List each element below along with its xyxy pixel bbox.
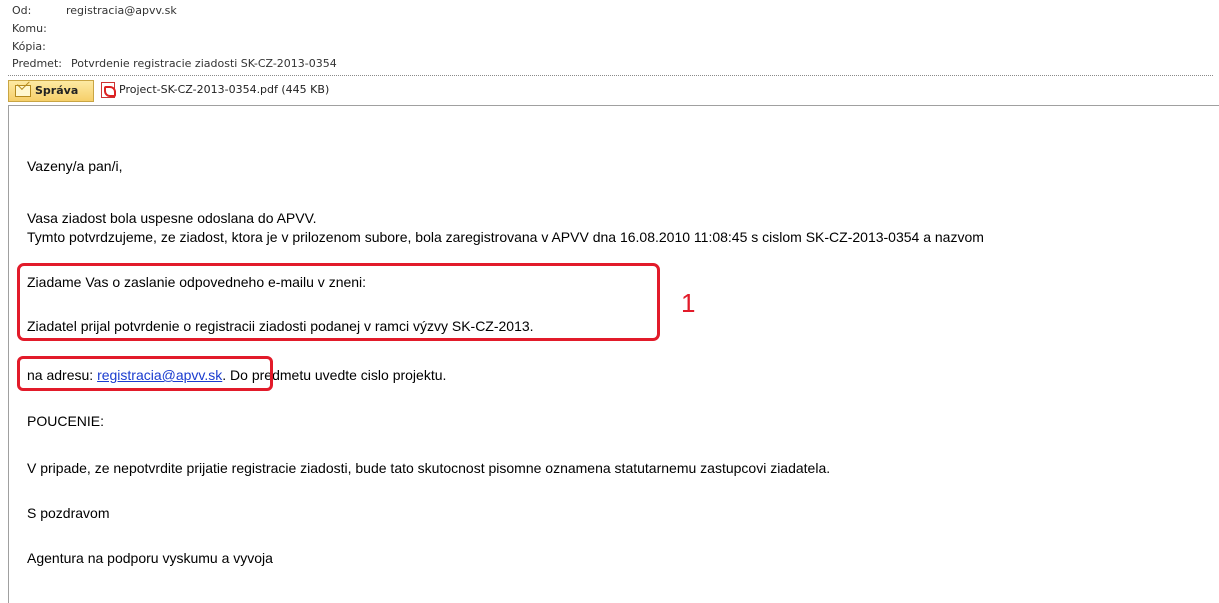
subject-label: Predmet: (12, 57, 62, 70)
attachment-label: Project-SK-CZ-2013-0354.pdf (445 KB) (119, 83, 330, 96)
tab-message-label: Správa (35, 84, 79, 97)
body-line-2: Tymto potvrdzujeme, ze ziadost, ktora je… (27, 229, 984, 245)
tab-message[interactable]: Správa (8, 80, 94, 102)
message-body-frame (8, 105, 1219, 603)
subject-value: Potvrdenie registracie ziadosti SK-CZ-20… (71, 57, 337, 70)
highlight-box-request (17, 263, 660, 341)
greeting-text: Vazeny/a pan/i, (27, 158, 123, 174)
notice-text: V pripade, ze nepotvrdite prijatie regis… (27, 460, 831, 476)
signature-text: Agentura na podporu vyskumu a vyvoja (27, 550, 273, 566)
notice-heading: POUCENIE: (27, 413, 105, 429)
highlight-box-address (17, 356, 273, 391)
cc-row: Kópia: (12, 40, 53, 54)
to-row: Komu: (12, 22, 53, 36)
envelope-icon (15, 85, 31, 97)
pdf-icon (101, 82, 116, 98)
closing-text: S pozdravom (27, 505, 110, 521)
from-label: Od: (12, 4, 32, 17)
to-label: Komu: (12, 22, 47, 35)
from-value[interactable]: registracia@apvv.sk (54, 4, 177, 18)
header-divider (8, 75, 1213, 76)
from-row: Od: registracia@apvv.sk (12, 4, 177, 18)
callout-number: 1 (681, 288, 696, 318)
body-line-1: Vasa ziadost bola uspesne odoslana do AP… (27, 210, 317, 226)
subject-row: Predmet: Potvrdenie registracie ziadosti … (12, 57, 337, 71)
cc-label: Kópia: (12, 40, 46, 53)
